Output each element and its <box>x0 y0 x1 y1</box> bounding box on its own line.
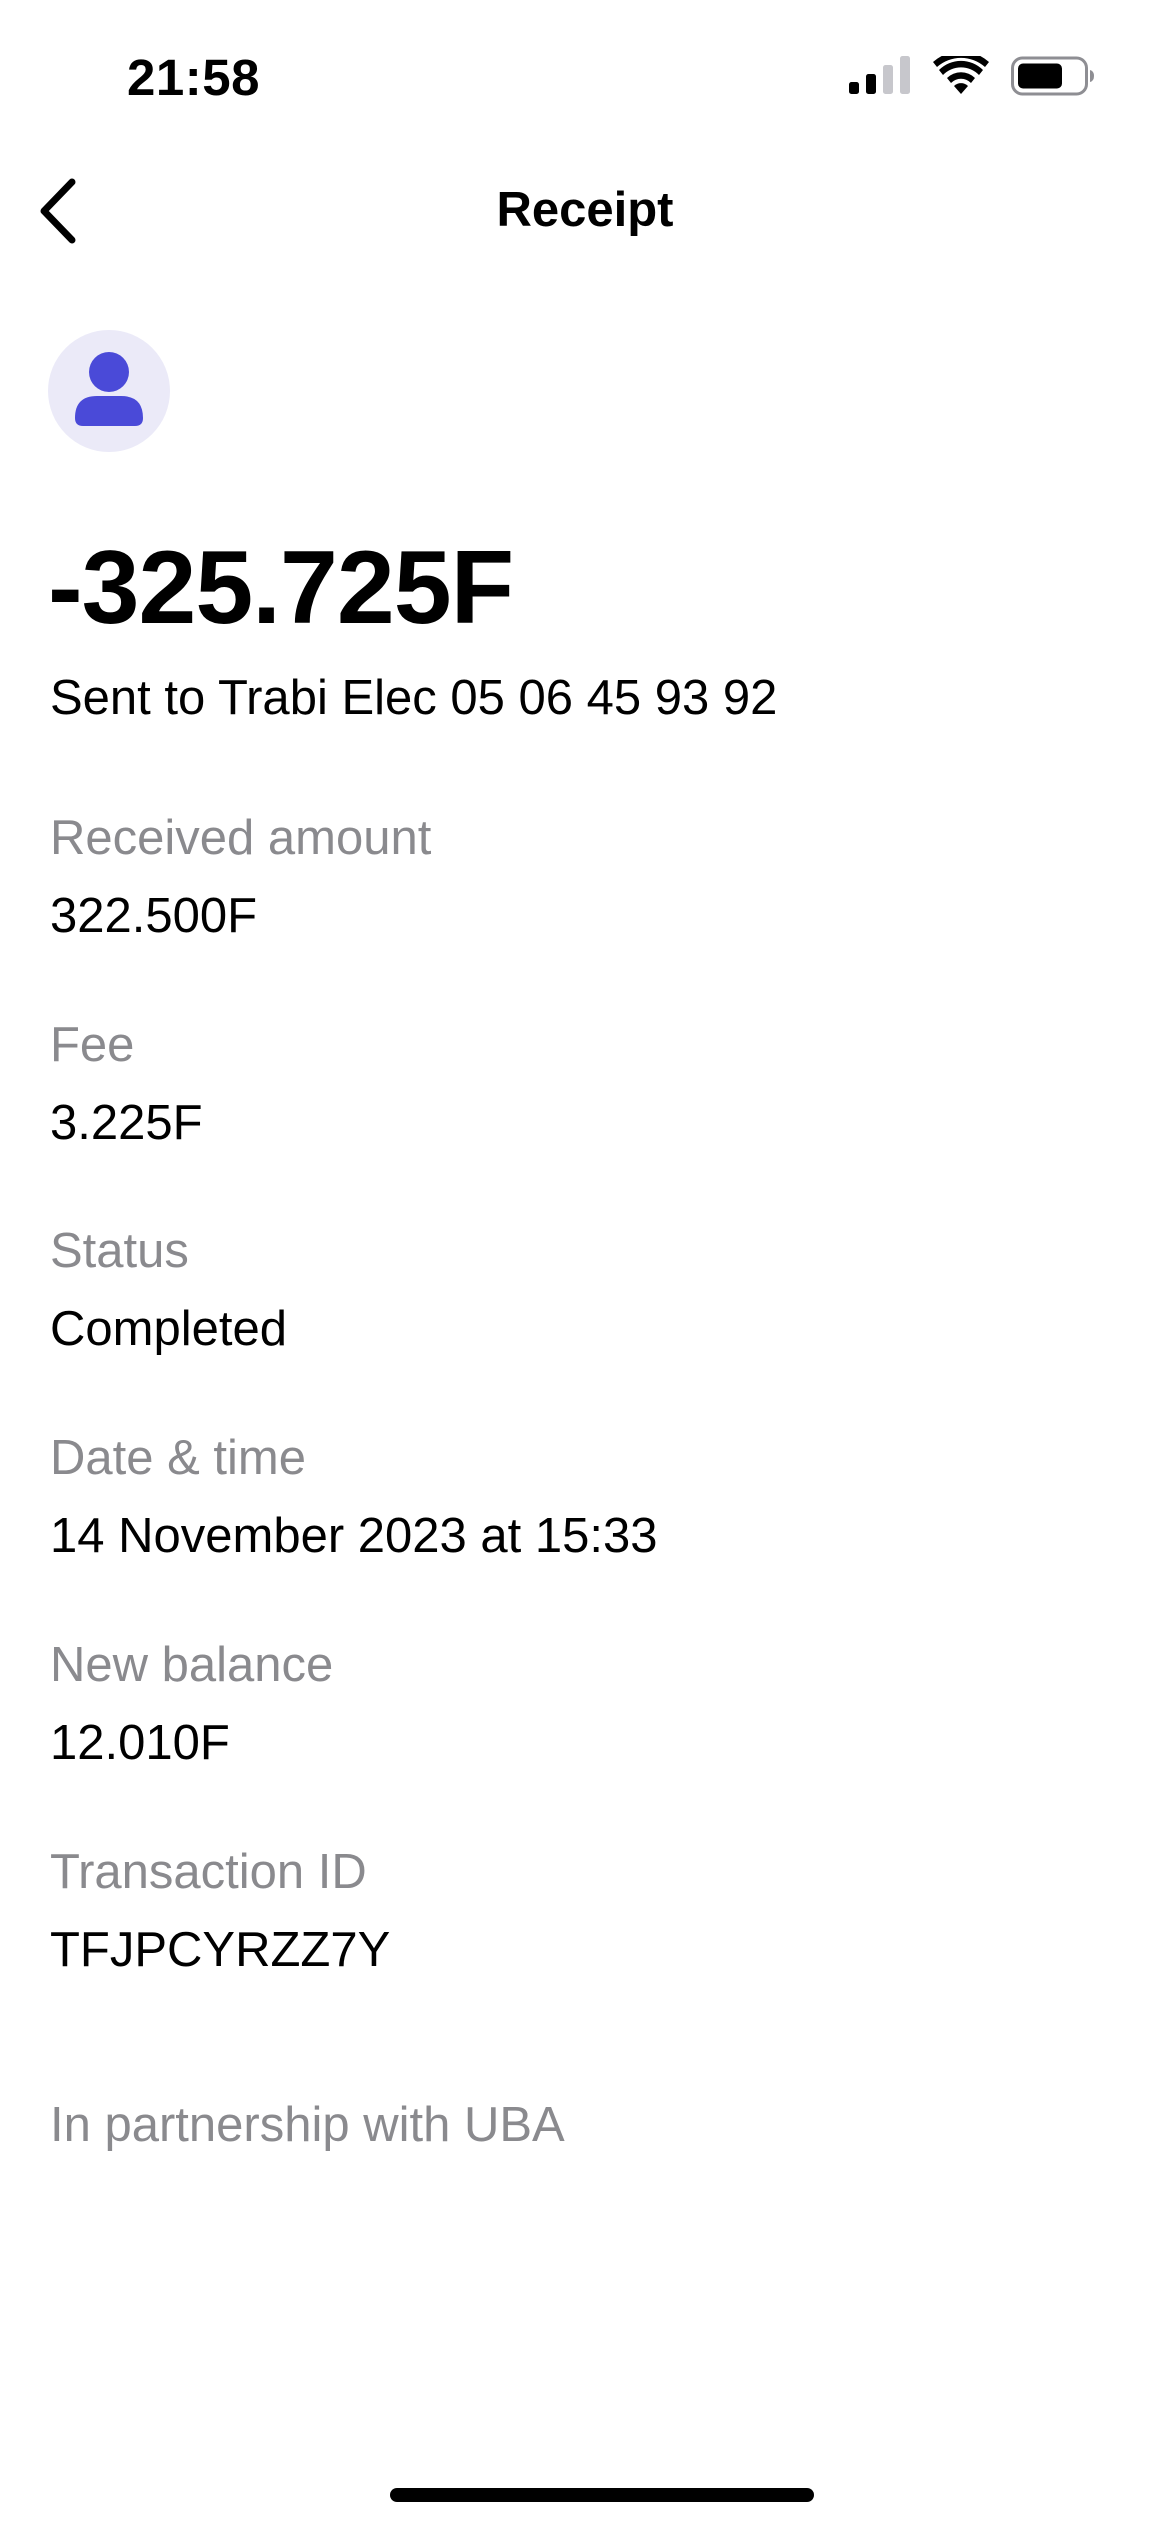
detail-label: Received amount <box>50 811 432 865</box>
transaction-amount: -325.725F <box>48 530 514 646</box>
wifi-icon <box>933 50 989 101</box>
person-icon <box>73 350 145 433</box>
partnership-text: In partnership with UBA <box>50 2098 565 2152</box>
detail-label: Fee <box>50 1018 135 1072</box>
home-indicator[interactable] <box>390 2488 814 2502</box>
detail-transaction-id: Transaction ID TFJPCYRZZ7Y <box>50 1842 390 1980</box>
detail-received-amount: Received amount 322.500F <box>50 808 431 946</box>
detail-value: 322.500F <box>50 889 258 943</box>
detail-status: Status Completed <box>50 1221 287 1359</box>
avatar <box>48 330 170 452</box>
detail-date-time: Date & time 14 November 2023 at 15:33 <box>50 1428 657 1566</box>
nav-bar: Receipt <box>0 150 1170 280</box>
detail-fee: Fee 3.225F <box>50 1015 203 1153</box>
detail-value: Completed <box>50 1302 287 1356</box>
detail-value: TFJPCYRZZ7Y <box>50 1923 391 1977</box>
detail-label: Date & time <box>50 1431 306 1485</box>
detail-label: New balance <box>50 1638 334 1692</box>
detail-value: 14 November 2023 at 15:33 <box>50 1509 658 1563</box>
page-title: Receipt <box>496 183 674 237</box>
status-time: 21:58 <box>127 49 260 106</box>
detail-value: 12.010F <box>50 1716 230 1770</box>
recipient-text: Sent to Trabi Elec 05 06 45 93 92 <box>50 671 778 725</box>
detail-label: Transaction ID <box>50 1845 367 1899</box>
detail-label: Status <box>50 1224 189 1278</box>
battery-icon <box>1011 56 1095 101</box>
detail-value: 3.225F <box>50 1096 203 1150</box>
status-icons <box>849 50 1095 101</box>
detail-new-balance: New balance 12.010F <box>50 1635 333 1773</box>
cellular-signal-icon <box>849 55 911 101</box>
status-bar: 21:58 <box>0 0 1170 150</box>
